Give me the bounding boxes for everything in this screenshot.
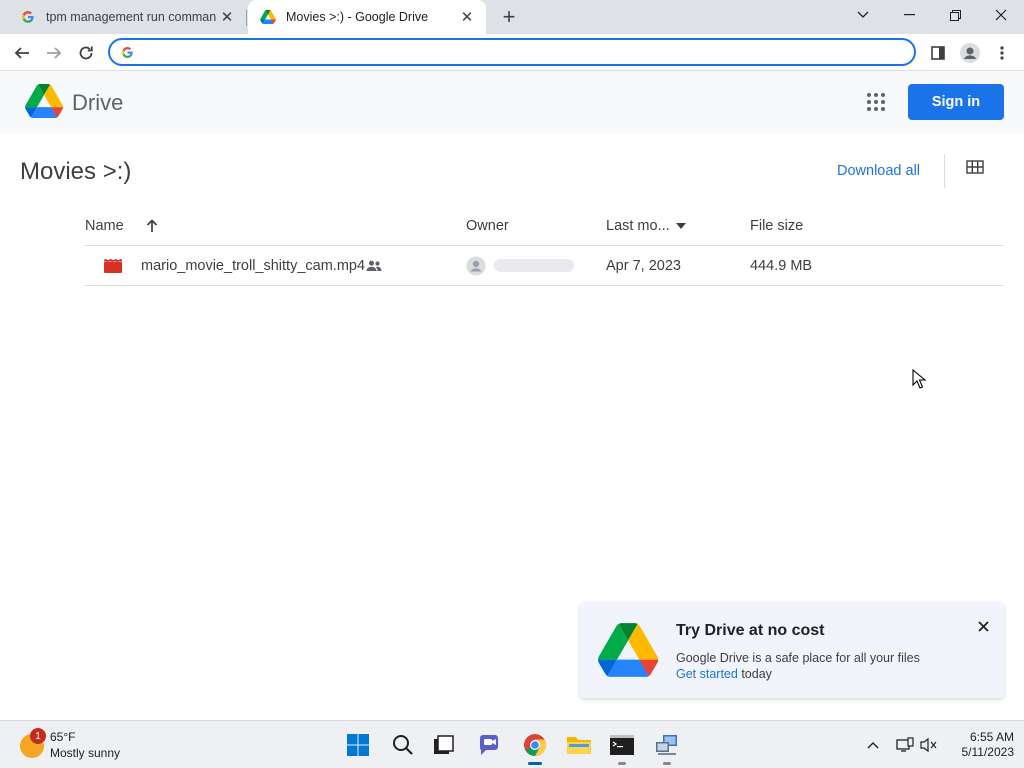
network-app-icon[interactable] <box>651 729 683 765</box>
more-menu-icon[interactable] <box>988 39 1016 67</box>
tab-close-icon[interactable]: ✕ <box>456 6 478 28</box>
forward-arrow-icon[interactable] <box>40 39 68 67</box>
file-explorer-icon[interactable] <box>563 729 595 761</box>
close-icon[interactable] <box>978 0 1024 30</box>
google-apps-icon[interactable] <box>862 88 890 116</box>
volume-muted-icon[interactable] <box>919 735 939 755</box>
download-all-button[interactable]: Download all <box>837 163 920 179</box>
running-app-indicator <box>618 762 626 765</box>
profile-avatar-icon[interactable] <box>956 39 984 67</box>
chevron-up-icon[interactable] <box>863 735 883 755</box>
file-modified-date: Apr 7, 2023 <box>606 257 681 274</box>
column-header-last-modified-label: Last mo... <box>606 218 670 234</box>
reload-icon[interactable] <box>72 39 100 67</box>
video-file-icon <box>104 246 122 285</box>
tab-title: Movies >:) - Google Drive <box>286 10 429 24</box>
tab-close-icon[interactable]: ✕ <box>216 6 238 28</box>
start-icon[interactable] <box>342 729 374 761</box>
column-header-name-label: Name <box>85 218 124 234</box>
drive-favicon-icon <box>260 9 276 25</box>
row-divider-line <box>84 285 1004 286</box>
address-input[interactable] <box>142 44 914 60</box>
windows-taskbar: 1 65°F Mostly sunny 6:55 AM 5/11/2023 <box>0 720 1024 768</box>
owner-name-placeholder <box>494 259 574 272</box>
get-started-link[interactable]: Get started <box>676 667 738 681</box>
drive-app-name[interactable]: Drive <box>72 90 123 116</box>
tab-tpm-management[interactable]: tpm management run command ✕ <box>8 0 246 34</box>
owner-cell <box>466 246 574 285</box>
side-panel-icon[interactable] <box>924 39 952 67</box>
sort-arrow-up-icon[interactable] <box>146 219 158 233</box>
task-view-icon[interactable] <box>428 729 460 761</box>
try-drive-promo: Try Drive at no cost Google Drive is a s… <box>580 603 1004 698</box>
column-header-owner[interactable]: Owner <box>466 218 509 234</box>
tab-google-drive[interactable]: Movies >:) - Google Drive ✕ <box>248 0 486 34</box>
header-divider <box>944 154 945 188</box>
terminal-icon[interactable] <box>606 729 638 765</box>
restore-icon[interactable] <box>932 0 978 30</box>
active-app-indicator <box>528 762 542 765</box>
column-header-name[interactable]: Name <box>85 218 158 234</box>
tab-title: tpm management run command <box>46 10 216 24</box>
tab-strip: tpm management run command ✕ Movies >:) … <box>0 0 1024 34</box>
file-row[interactable]: mario_movie_troll_shitty_cam.mp4 Apr 7, … <box>84 246 1004 285</box>
tab-divider <box>246 10 247 26</box>
browser-toolbar <box>0 34 1024 71</box>
drive-header: Drive Sign in <box>0 71 1024 133</box>
network-status-icon[interactable] <box>895 735 915 755</box>
column-header-last-modified[interactable]: Last mo... <box>606 218 686 234</box>
weather-condition: Mostly sunny <box>50 746 121 760</box>
mouse-pointer-icon <box>912 369 926 389</box>
drive-logo-icon <box>598 623 658 677</box>
notification-badge: 1 <box>30 728 46 744</box>
clock-date: 5/11/2023 <box>961 745 1015 759</box>
weather-widget[interactable]: 1 65°F Mostly sunny <box>18 728 148 764</box>
running-app-indicator <box>663 762 671 765</box>
search-icon[interactable] <box>387 729 419 761</box>
system-clock[interactable]: 6:55 AM 5/11/2023 <box>944 730 1015 760</box>
caret-down-icon <box>675 223 686 229</box>
chat-icon[interactable] <box>474 729 506 761</box>
promo-link-suffix: today <box>737 667 772 681</box>
weather-temp: 65°F <box>50 730 76 744</box>
drive-logo-icon[interactable] <box>25 84 63 118</box>
promo-close-icon[interactable] <box>972 615 994 637</box>
shared-people-icon <box>366 246 382 285</box>
folder-title: Movies >:) <box>20 158 132 185</box>
column-header-file-size[interactable]: File size <box>750 218 803 234</box>
address-bar[interactable] <box>108 38 916 66</box>
clock-time: 6:55 AM <box>969 730 1014 744</box>
chrome-icon[interactable] <box>519 729 551 765</box>
file-size: 444.9 MB <box>750 257 813 274</box>
promo-body-text: Google Drive is a safe place for all you… <box>676 651 920 665</box>
google-g-icon <box>120 45 134 59</box>
promo-title: Try Drive at no cost <box>676 622 825 639</box>
grid-view-icon[interactable] <box>966 160 988 180</box>
minimize-icon[interactable] <box>886 0 932 30</box>
owner-avatar-icon <box>466 256 486 276</box>
sign-in-button[interactable]: Sign in <box>908 84 1004 120</box>
google-g-icon <box>20 9 36 25</box>
file-name[interactable]: mario_movie_troll_shitty_cam.mp4 <box>141 246 365 285</box>
new-tab-button[interactable]: + <box>496 4 522 30</box>
promo-body: Google Drive is a safe place for all you… <box>676 650 920 682</box>
back-arrow-icon[interactable] <box>8 39 36 67</box>
chevron-down-icon[interactable] <box>840 0 886 30</box>
